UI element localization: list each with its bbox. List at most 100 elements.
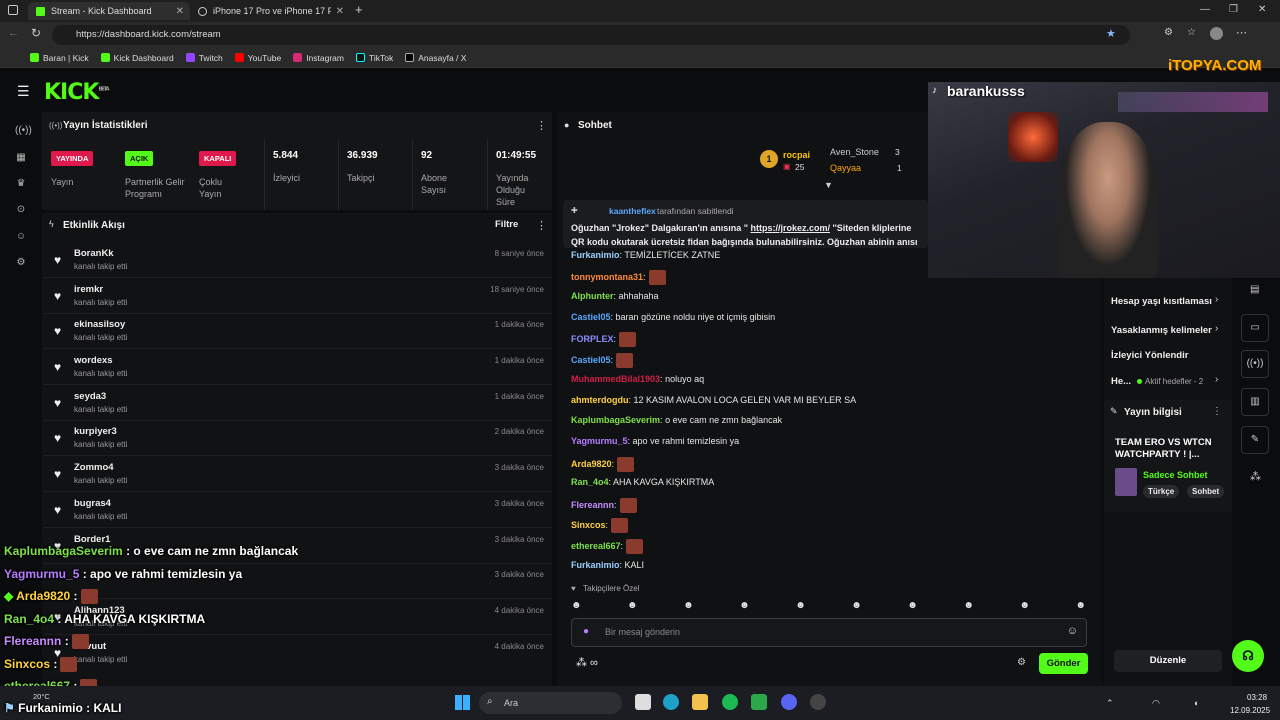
layout-icon[interactable]: ▥ bbox=[1241, 388, 1269, 416]
spotify-icon[interactable] bbox=[722, 694, 738, 710]
kick-points-icon[interactable]: ⁂ ∞ bbox=[576, 656, 598, 669]
follower-name[interactable]: seyda3 bbox=[74, 391, 106, 402]
activity-more-icon[interactable]: ⋮ bbox=[536, 219, 547, 232]
follower-name[interactable]: bugras4 bbox=[74, 498, 111, 509]
url-input[interactable]: https://dashboard.kick.com/stream bbox=[52, 25, 1130, 45]
trophy-icon[interactable]: ♛ bbox=[15, 178, 27, 190]
category-name[interactable]: Sadece Sohbet bbox=[1143, 470, 1208, 480]
profile-avatar[interactable] bbox=[1210, 27, 1223, 40]
stats-more-icon[interactable]: ⋮ bbox=[536, 119, 547, 132]
chat-username[interactable]: Ran_4o4 bbox=[571, 477, 609, 487]
emote-icon[interactable]: ☻ bbox=[795, 600, 806, 614]
stream-info-more-icon[interactable]: ⋮ bbox=[1212, 406, 1222, 417]
chat-username[interactable]: Furkanimio bbox=[571, 560, 620, 570]
chat-username[interactable]: ahmterdogdu bbox=[571, 395, 629, 405]
setting-account-age[interactable]: Hesap yaşı kısıtlaması bbox=[1111, 296, 1212, 307]
chat-username[interactable]: KaplumbagaSeverim bbox=[571, 415, 660, 425]
setting-banned-words[interactable]: Yasaklanmış kelimeler bbox=[1111, 325, 1212, 336]
setting-raid[interactable]: İzleyici Yönlendir bbox=[1111, 350, 1188, 361]
obs-icon[interactable] bbox=[810, 694, 826, 710]
hamburger-menu-icon[interactable]: ☰ bbox=[17, 83, 30, 100]
chat-username[interactable]: ethereal667 bbox=[571, 541, 621, 551]
browser-menu-icon[interactable] bbox=[8, 5, 18, 15]
edit-button[interactable]: Düzenle bbox=[1114, 650, 1222, 672]
chat-username[interactable]: Castiel05 bbox=[571, 355, 611, 365]
follower-name[interactable]: iremkr bbox=[74, 284, 103, 295]
follower-name[interactable]: Zommo4 bbox=[74, 462, 114, 473]
emote-icon[interactable]: ☻ bbox=[1075, 600, 1086, 614]
tray-chevron-icon[interactable]: ⌃ bbox=[1106, 698, 1114, 709]
document-icon[interactable]: ▤ bbox=[1250, 284, 1259, 295]
kick-logo[interactable]: KICKBETA bbox=[44, 80, 110, 105]
chat-username[interactable]: MuhammedBilal1903 bbox=[571, 374, 660, 384]
send-button[interactable]: Gönder bbox=[1039, 653, 1088, 674]
close-tab-icon[interactable]: ✕ bbox=[336, 6, 344, 17]
edge-icon[interactable] bbox=[663, 694, 679, 710]
bookmark-twitch[interactable]: Twitch bbox=[185, 53, 223, 63]
leader-name[interactable]: Qayyaa bbox=[830, 163, 861, 173]
more-icon[interactable]: ⋯ bbox=[1236, 26, 1247, 39]
extensions-icon[interactable]: ⚙ bbox=[1164, 27, 1173, 38]
setting-goals[interactable]: He... bbox=[1111, 376, 1131, 387]
emote-icon[interactable]: ☻ bbox=[627, 600, 638, 614]
chat-username[interactable]: Castiel05 bbox=[571, 312, 611, 322]
tab-kick-dashboard[interactable]: Stream - Kick Dashboard ✕ bbox=[28, 2, 190, 20]
chat-toggle-icon[interactable]: ▭ bbox=[1241, 314, 1269, 342]
minimize-icon[interactable]: — bbox=[1200, 4, 1210, 15]
mic-icon[interactable]: ● bbox=[583, 626, 589, 637]
emote-icon[interactable]: ☻ bbox=[1019, 600, 1030, 614]
close-tab-icon[interactable]: ✕ bbox=[176, 6, 184, 17]
chat-settings-icon[interactable]: ⚙ bbox=[1017, 657, 1026, 668]
chevron-down-icon[interactable]: ▼ bbox=[824, 180, 833, 190]
chat-username[interactable]: Furkanimio bbox=[571, 250, 620, 260]
leader-name[interactable]: Aven_Stone bbox=[830, 147, 879, 157]
chat-username[interactable]: Sinxcos bbox=[571, 520, 606, 530]
support-button[interactable]: ☊ bbox=[1232, 640, 1264, 672]
app-icon[interactable] bbox=[751, 694, 767, 710]
task-view-icon[interactable] bbox=[635, 694, 651, 710]
file-explorer-icon[interactable] bbox=[692, 694, 708, 710]
follower-name[interactable]: BoranKk bbox=[74, 248, 114, 259]
broadcast-toggle-icon[interactable]: ((•)) bbox=[1241, 350, 1269, 378]
chart-icon[interactable]: ▦ bbox=[15, 152, 27, 164]
emote-icon[interactable]: ☻ bbox=[739, 600, 750, 614]
volume-icon[interactable]: ◖ bbox=[1193, 698, 1198, 708]
bookmark-youtube[interactable]: YouTube bbox=[234, 53, 281, 63]
emote-icon[interactable]: ☻ bbox=[571, 600, 582, 614]
follower-name[interactable]: wordexs bbox=[74, 355, 113, 366]
windows-start-icon[interactable] bbox=[455, 695, 470, 710]
close-window-icon[interactable]: ✕ bbox=[1258, 4, 1266, 15]
broadcast-icon[interactable]: ((•)) bbox=[15, 125, 32, 137]
chat-input[interactable]: ● Bir mesaj gönderin ☺ bbox=[571, 618, 1087, 647]
emote-icon[interactable]: ☻ bbox=[963, 600, 974, 614]
chat-username[interactable]: Arda9820 bbox=[571, 459, 612, 469]
tools-icon[interactable]: ✎ bbox=[1241, 426, 1269, 454]
follower-name[interactable]: ekinasilsoy bbox=[74, 319, 125, 330]
chat-username[interactable]: FORPLEX bbox=[571, 334, 614, 344]
discord-icon[interactable] bbox=[781, 694, 797, 710]
follower-name[interactable]: kurpiyer3 bbox=[74, 426, 117, 437]
bookmark-tiktok[interactable]: TikTok bbox=[355, 53, 393, 63]
maximize-icon[interactable]: ❐ bbox=[1229, 4, 1238, 15]
pinned-link[interactable]: https://jrokez.com/ bbox=[751, 223, 831, 233]
emote-icon[interactable]: ☻ bbox=[683, 600, 694, 614]
back-icon[interactable]: ← bbox=[8, 27, 19, 39]
chat-username[interactable]: Yagmurmu_5 bbox=[571, 436, 628, 446]
favorites-icon[interactable]: ☆ bbox=[1187, 27, 1196, 38]
bookmark-star-icon[interactable]: ★ bbox=[1106, 27, 1116, 40]
tab-iphone[interactable]: iPhone 17 Pro ve iPhone 17 Pro M ✕ bbox=[190, 2, 350, 20]
new-tab-icon[interactable]: + bbox=[355, 2, 363, 17]
bookmark-instagram[interactable]: Instagram bbox=[293, 53, 344, 63]
taskbar-search[interactable]: ⌕ Ara bbox=[479, 692, 622, 714]
users-icon[interactable]: ☺ bbox=[15, 231, 27, 243]
pinned-by[interactable]: kaantheflex bbox=[609, 206, 656, 216]
filter-button[interactable]: Filtre bbox=[495, 219, 518, 230]
community-icon[interactable]: ⁂ bbox=[1250, 470, 1261, 483]
settings-icon[interactable]: ⚙ bbox=[15, 257, 27, 269]
emote-icon[interactable]: ☻ bbox=[851, 600, 862, 614]
leader-name[interactable]: rocpai bbox=[783, 150, 810, 160]
bookmark-baran-kick[interactable]: Baran | Kick bbox=[30, 53, 89, 63]
emoji-icon[interactable]: ☺ bbox=[1067, 625, 1078, 637]
moderation-icon[interactable]: ⊙ bbox=[15, 204, 27, 216]
reload-icon[interactable]: ↻ bbox=[31, 26, 41, 40]
